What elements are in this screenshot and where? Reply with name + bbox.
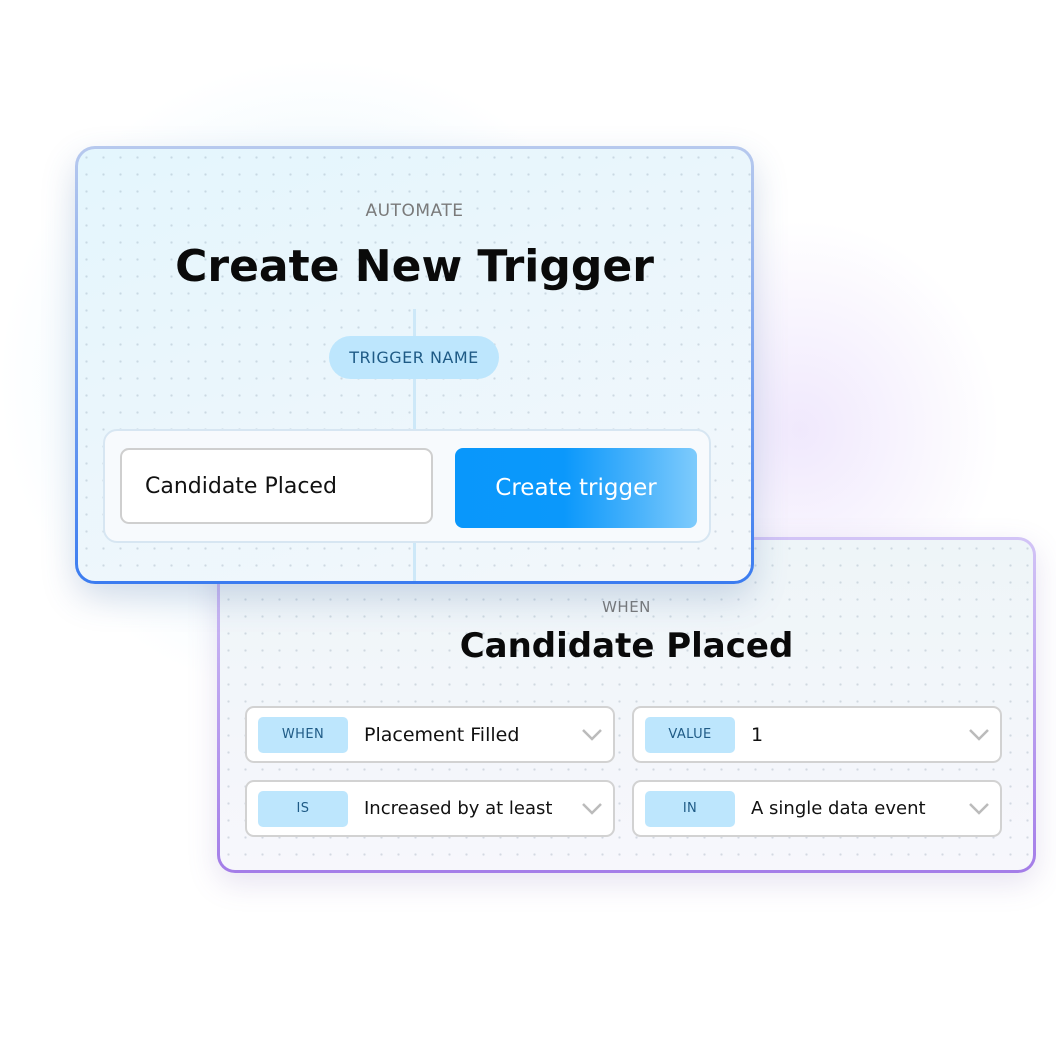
- in-select[interactable]: IN A single data event: [632, 780, 1002, 837]
- create-trigger-card: AUTOMATE Create New Trigger TRIGGER NAME…: [75, 146, 754, 584]
- card-eyebrow: WHEN: [602, 598, 651, 616]
- field-badge: WHEN: [258, 716, 348, 753]
- page-title: Create New Trigger: [175, 241, 654, 292]
- condition-title: Candidate Placed: [459, 626, 794, 666]
- trigger-name-label: TRIGGER NAME: [329, 336, 499, 379]
- value-select[interactable]: VALUE 1: [632, 706, 1002, 763]
- field-badge: IS: [258, 790, 348, 827]
- is-select[interactable]: IS Increased by at least: [245, 780, 615, 837]
- field-value: 1: [751, 723, 764, 746]
- field-badge: IN: [645, 790, 735, 827]
- chevron-down-icon: [582, 802, 602, 815]
- field-value: Increased by at least: [364, 798, 553, 819]
- condition-card: WHEN Candidate Placed WHEN Placement Fil…: [217, 537, 1036, 873]
- field-value: Placement Filled: [364, 723, 520, 746]
- trigger-name-panel: Candidate Placed Create trigger: [103, 429, 711, 543]
- chevron-down-icon: [969, 802, 989, 815]
- field-value: A single data event: [751, 798, 926, 819]
- when-select[interactable]: WHEN Placement Filled: [245, 706, 615, 763]
- chevron-down-icon: [969, 728, 989, 741]
- field-badge: VALUE: [645, 716, 735, 753]
- trigger-name-input[interactable]: Candidate Placed: [120, 448, 433, 524]
- chevron-down-icon: [582, 728, 602, 741]
- card-eyebrow: AUTOMATE: [365, 201, 464, 221]
- create-trigger-button[interactable]: Create trigger: [455, 448, 697, 528]
